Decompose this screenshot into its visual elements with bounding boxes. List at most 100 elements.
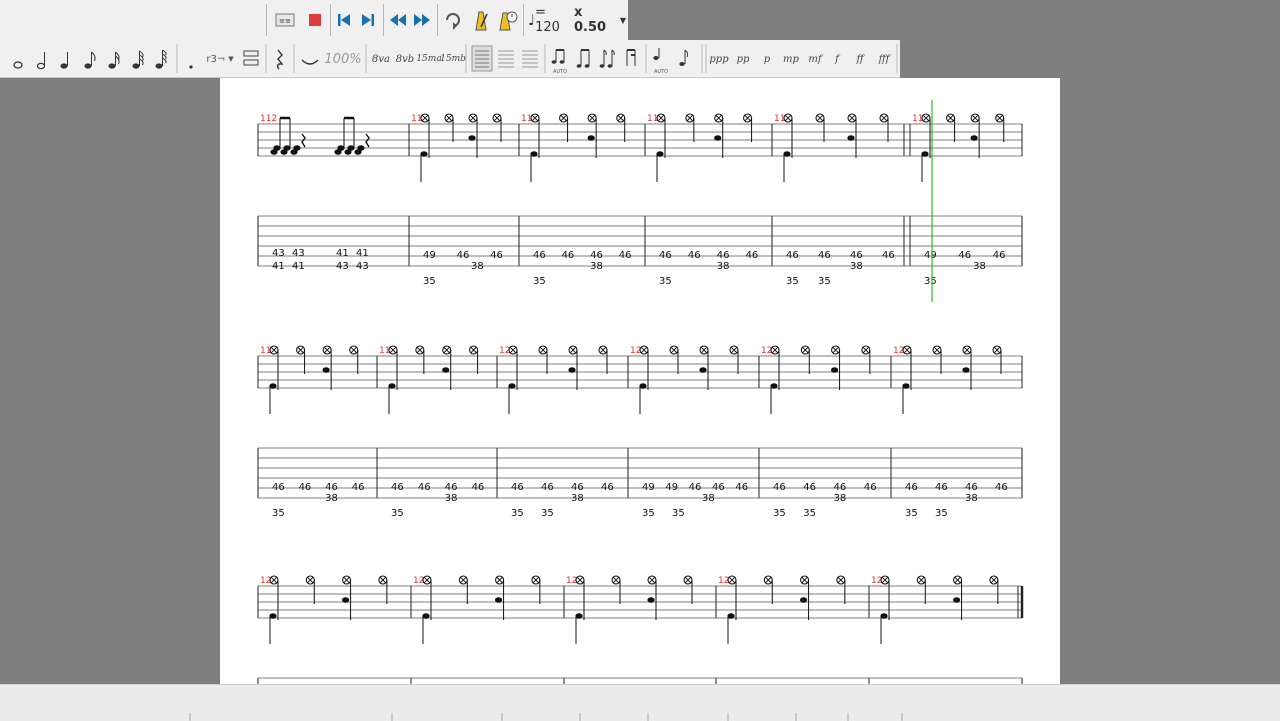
dynamic-ff-button[interactable]: ff (850, 51, 870, 67)
staff-system: 11846 46 46 46383511946 46 46 46383512046 46 46 4… (257, 345, 1023, 519)
loop-icon[interactable] (440, 6, 466, 34)
tab-number: 46 (272, 482, 285, 493)
dynamic-p-button[interactable]: p (756, 51, 778, 67)
transport-toolbar: ≡≡ ♩ = 120 x 0.50 ▼ (0, 0, 628, 41)
metronome-icon[interactable] (468, 6, 494, 34)
tie-icon[interactable] (301, 59, 319, 65)
tempo-display: ♩ = 120 (528, 5, 570, 35)
align-center-icon[interactable] (498, 50, 514, 68)
tab-number: 46 (746, 250, 759, 261)
tab-number: 46 (541, 482, 554, 493)
whole-note-icon[interactable] (13, 61, 23, 69)
tab-number: 46 (511, 482, 524, 493)
stem-direction-icon[interactable] (679, 49, 689, 66)
dot-icon[interactable] (189, 65, 193, 69)
speed-value: x 0.50 (574, 5, 607, 35)
ottava-8vb-button[interactable]: 8vb (394, 50, 416, 68)
chevron-down-icon: ▼ (228, 55, 234, 63)
tab-number: 38 (445, 493, 458, 504)
dynamic-mf-button[interactable]: mf (804, 51, 826, 67)
tab-number: 46 (533, 250, 546, 261)
tab-number: 46 (391, 482, 404, 493)
tab-number: 46 (688, 250, 701, 261)
ottava-15mb-button[interactable]: 15mb (440, 46, 466, 72)
separator (437, 4, 438, 36)
tab-number: 38 (965, 493, 978, 504)
quarter-note-icon[interactable] (60, 52, 68, 69)
ottava-8va-button[interactable]: 8va (370, 50, 392, 68)
tab-number: 35 (803, 508, 816, 519)
notehead (952, 597, 961, 603)
dynamic-mp-button[interactable]: mp (780, 51, 802, 67)
dynamic-fff-button[interactable]: fff (872, 51, 896, 67)
tab-number: 35 (423, 276, 436, 287)
speed-dropdown[interactable]: x 0.50 ▼ (574, 5, 626, 35)
separator (330, 4, 331, 36)
grace-note-icon[interactable] (240, 46, 262, 70)
tab-number: 46 (659, 250, 672, 261)
tab-number: 46 (850, 250, 863, 261)
stem-auto-icon[interactable]: AUTO (653, 48, 668, 75)
last-icon[interactable] (356, 6, 380, 34)
rest-icon[interactable] (276, 49, 284, 70)
tab-number: 49 (665, 482, 678, 493)
separator (266, 4, 267, 36)
dynamic-ppp-button[interactable]: ppp (708, 51, 730, 67)
zoom-label[interactable]: 100% (324, 50, 362, 68)
tab-number: 46 (905, 482, 918, 493)
notehead (357, 145, 365, 151)
ottava-15ma-button[interactable]: 15ma (416, 46, 441, 72)
thirty-second-note-icon[interactable] (132, 50, 144, 69)
svg-text:≡≡: ≡≡ (279, 17, 291, 25)
tab-number: 46 (689, 482, 702, 493)
sixty-fourth-note-icon[interactable] (155, 49, 167, 69)
beam-secondary-icon[interactable] (626, 49, 636, 66)
notehead (568, 367, 576, 373)
tuplet-dropdown[interactable]: r3¬ ▼ (202, 52, 238, 66)
tab-number: 43 (356, 261, 369, 272)
tab-number: 41 (292, 261, 305, 272)
forward-icon[interactable] (410, 6, 434, 34)
tab-number: 41 (272, 261, 285, 272)
count-in-icon[interactable] (494, 6, 520, 34)
tab-number: 35 (272, 508, 285, 519)
tab-number: 46 (619, 250, 632, 261)
tab-number: 35 (935, 508, 948, 519)
eighth-note-icon[interactable] (84, 51, 96, 69)
stop-icon[interactable] (302, 6, 328, 34)
notehead (587, 135, 595, 141)
tab-number: 46 (562, 250, 575, 261)
tab-number: 38 (471, 261, 484, 272)
tab-number: 46 (457, 250, 470, 261)
tab-number: 43 (336, 261, 349, 272)
beam-auto-icon[interactable]: AUTO (551, 49, 567, 75)
tab-number: 46 (965, 482, 978, 493)
rewind-icon[interactable] (386, 6, 410, 34)
tab-number: 46 (590, 250, 603, 261)
dynamic-pp-button[interactable]: pp (732, 51, 754, 67)
tab-number: 35 (659, 276, 672, 287)
measure[interactable]: 112 43 43 41 41 41 41 43 43 (260, 114, 370, 272)
score-page[interactable]: 112 43 43 41 41 41 41 43 43 113 49 46 46 38 35 114 46 46 4… (220, 78, 1060, 684)
first-icon[interactable] (332, 6, 356, 34)
beam-join-icon[interactable] (576, 49, 590, 68)
status-bar (0, 684, 1280, 721)
mixer-icon[interactable]: ≡≡ (272, 6, 298, 34)
dynamic-f-button[interactable]: f (828, 51, 846, 67)
align-right-icon[interactable] (522, 50, 538, 68)
tab-number: 35 (924, 276, 937, 287)
tab-number: 38 (325, 493, 338, 504)
tab-number: 43 (272, 248, 285, 259)
tab-number: 35 (533, 276, 546, 287)
score-canvas[interactable]: 11243 43 41 4141 41 43 4311349 46 46383511446 46 4… (220, 78, 1060, 684)
tab-number: 35 (905, 508, 918, 519)
tab-number: 46 (445, 482, 458, 493)
tab-number: 46 (803, 482, 816, 493)
beam-break-icon[interactable] (599, 49, 615, 68)
tab-number: 41 (356, 248, 369, 259)
align-left-icon[interactable] (471, 45, 493, 72)
tab-number: 46 (993, 250, 1006, 261)
sixteenth-note-icon[interactable] (108, 51, 120, 69)
half-note-icon[interactable] (36, 52, 46, 70)
duration-group (13, 49, 167, 70)
